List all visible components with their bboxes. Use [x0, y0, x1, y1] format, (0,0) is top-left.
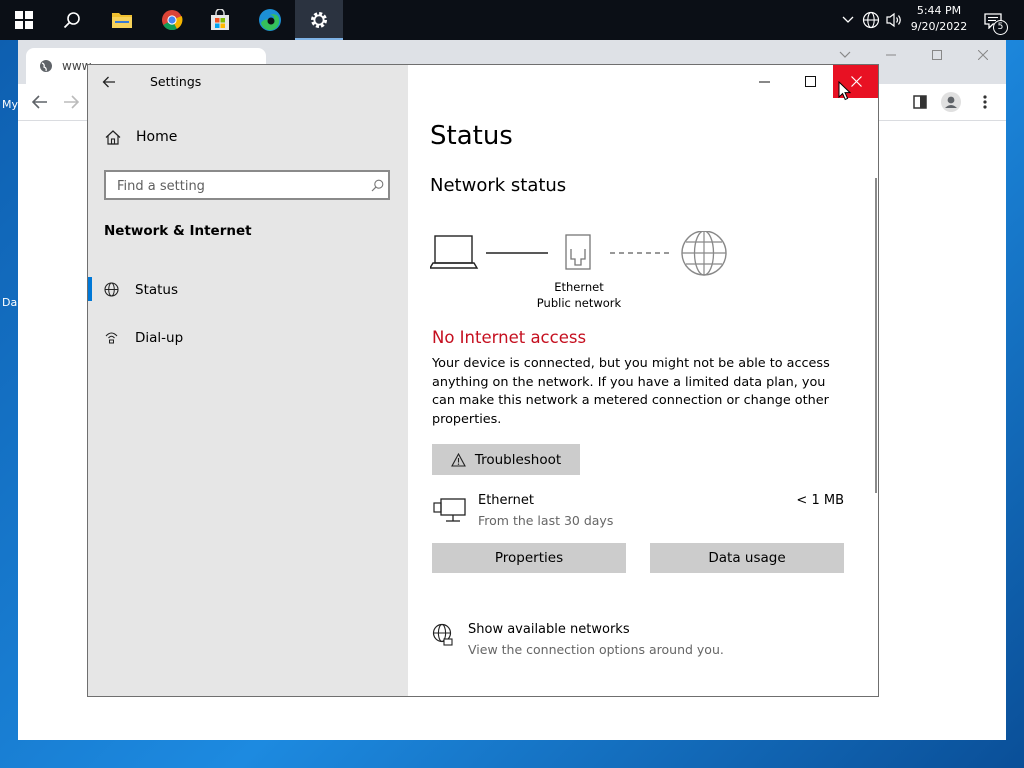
properties-button[interactable]: Properties [432, 543, 626, 573]
settings-main: Status Network status Ethernet Public ne… [408, 65, 878, 696]
clock-date: 9/20/2022 [910, 20, 968, 33]
home-nav-item[interactable]: Home [104, 128, 304, 150]
show-networks-subtitle: View the connection options around you. [468, 642, 724, 657]
ethernet-pc-icon [433, 498, 466, 522]
internet-globe-icon [681, 231, 727, 276]
close-icon [850, 76, 862, 87]
taskbar-settings[interactable] [295, 0, 343, 40]
connection-name: Ethernet [478, 493, 534, 508]
settings-search-box[interactable] [104, 170, 390, 200]
ethernet-port-icon [565, 234, 591, 270]
network-status-heading: Network status [430, 175, 567, 196]
globe-network-icon [432, 623, 453, 646]
scrollbar[interactable] [875, 178, 877, 493]
globe-status-icon [104, 282, 119, 297]
network-globe-icon [862, 11, 880, 29]
page-title: Status [430, 121, 513, 151]
windows-logo-icon [15, 11, 33, 29]
search-icon [63, 12, 80, 29]
data-usage-button[interactable]: Data usage [650, 543, 844, 573]
store-icon [211, 9, 229, 30]
clock-time: 5:44 PM [916, 4, 962, 17]
taskbar: 5:44 PM 9/20/2022 5 [0, 0, 1024, 40]
taskbar-clock[interactable]: 5:44 PM 9/20/2022 [905, 3, 973, 35]
taskbar-search-button[interactable] [48, 0, 96, 40]
desktop-icon-label[interactable]: My [2, 98, 18, 111]
arrow-left-icon [102, 76, 115, 88]
arrow-right-icon [64, 95, 79, 109]
tray-network-button[interactable] [861, 10, 881, 30]
arrow-left-icon [32, 95, 47, 109]
maximize-icon [804, 76, 816, 87]
tray-overflow-button[interactable] [838, 10, 858, 30]
back-button[interactable] [102, 73, 124, 91]
side-panel-icon [913, 95, 927, 109]
action-center-button[interactable]: 5 [982, 9, 1008, 35]
minimize-icon [886, 54, 896, 56]
maximize-button[interactable] [787, 65, 833, 98]
minimize-icon [758, 81, 770, 82]
maximize-icon [932, 50, 942, 60]
adapter-name: Ethernet [554, 280, 604, 294]
taskbar-chrome[interactable] [148, 0, 196, 40]
browser-tab-search-button[interactable] [834, 44, 856, 66]
browser-minimize-button[interactable] [880, 44, 902, 66]
window-title: Settings [150, 74, 202, 89]
edge-icon [259, 9, 281, 31]
minimize-button[interactable] [741, 65, 787, 98]
sidebar-item-status[interactable]: Status [88, 273, 408, 305]
troubleshoot-button[interactable]: Troubleshoot [432, 444, 580, 475]
home-label: Home [136, 129, 178, 145]
sidebar-item-dial-up[interactable]: Dial-up [88, 321, 408, 353]
chrome-icon [162, 10, 183, 31]
connection-subtitle: From the last 30 days [478, 513, 614, 528]
browser-forward-button[interactable] [60, 91, 82, 113]
browser-profile-button[interactable] [940, 91, 962, 113]
show-networks-title: Show available networks [468, 622, 630, 637]
taskbar-edge[interactable] [246, 0, 294, 40]
sidebar-item-label: Dial-up [135, 330, 184, 346]
no-internet-status: No Internet access [432, 328, 587, 347]
taskbar-store[interactable] [196, 0, 244, 40]
folder-icon [112, 13, 132, 28]
avatar-icon [941, 92, 961, 112]
browser-sidepanel-button[interactable] [909, 91, 931, 113]
dial-up-icon [105, 332, 118, 344]
volume-icon [886, 12, 901, 28]
close-icon [978, 50, 988, 60]
chevron-up-icon [842, 16, 854, 23]
notification-badge: 5 [993, 20, 1008, 35]
laptop-icon [430, 235, 479, 269]
network-type: Public network [536, 296, 622, 310]
more-vertical-icon [983, 95, 987, 109]
show-available-networks-link[interactable]: Show available networks View the connect… [430, 620, 750, 660]
start-button[interactable] [0, 0, 48, 40]
status-description: Your device is connected, but you might … [432, 356, 830, 427]
section-title: Network & Internet [104, 223, 252, 239]
browser-maximize-button[interactable] [926, 44, 948, 66]
warning-icon [450, 452, 466, 467]
desktop-icon-label[interactable]: Da [2, 296, 17, 309]
sidebar-item-label: Status [135, 282, 179, 298]
settings-window: Settings Home Network & Internet Status … [87, 64, 879, 697]
home-icon [105, 130, 121, 145]
browser-menu-button[interactable] [974, 91, 996, 113]
diagram-caption: Ethernet Public network [518, 279, 640, 311]
settings-sidebar: Settings Home Network & Internet Status … [88, 65, 408, 696]
data-usage-amount: < 1 MB [796, 493, 844, 508]
gear-icon [311, 12, 327, 28]
troubleshoot-label: Troubleshoot [474, 451, 562, 468]
tray-volume-button[interactable] [884, 10, 904, 30]
chevron-down-icon [839, 51, 851, 58]
search-icon [371, 179, 384, 192]
browser-back-button[interactable] [29, 91, 51, 113]
search-input[interactable] [115, 172, 359, 200]
mouse-cursor-icon [838, 81, 851, 101]
browser-close-button[interactable] [972, 44, 994, 66]
network-diagram [430, 231, 727, 276]
globe-icon [40, 60, 52, 72]
taskbar-file-explorer[interactable] [98, 0, 146, 40]
